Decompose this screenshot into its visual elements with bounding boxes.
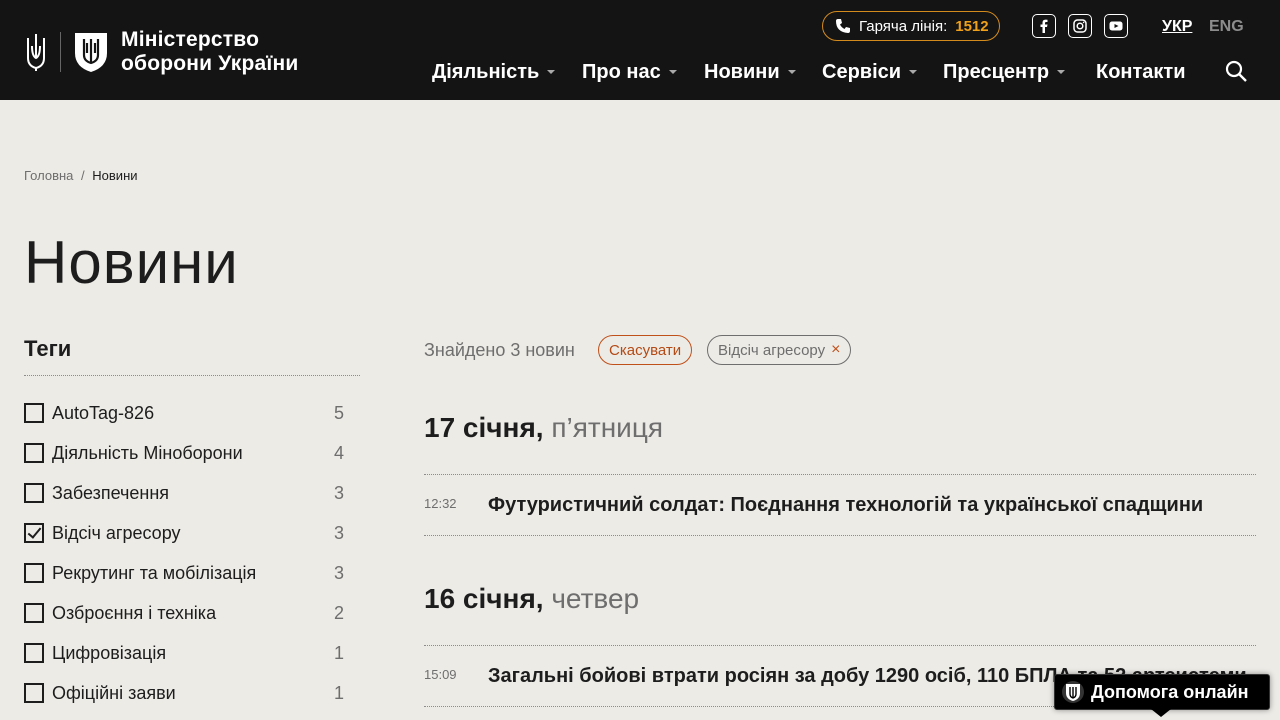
tag-label: Відсіч агресору [52, 522, 181, 543]
tag-label: Забезпечення [52, 482, 170, 503]
tag-label: Діяльність Міноборони [52, 442, 243, 463]
chevron-down-icon [1057, 70, 1066, 74]
tag-item[interactable]: Рекрутинг та мобілізація 3 [24, 561, 344, 585]
youtube-icon [1109, 21, 1123, 31]
logo-text: Міністерство оборони України [121, 28, 299, 76]
nav-services-label: Сервіси [822, 60, 902, 83]
logo-line1: Міністерство [121, 28, 260, 51]
nav-contacts-label: Контакти [1096, 60, 1186, 83]
active-filter-chip[interactable]: Відсіч агресору × [707, 335, 852, 365]
lang-eng[interactable]: ENG [1209, 18, 1244, 36]
breadcrumb-home[interactable]: Головна [24, 168, 73, 183]
page-title: Новини [24, 229, 239, 296]
nav-news[interactable]: Новини [704, 60, 796, 84]
instagram-link[interactable] [1068, 14, 1092, 38]
chevron-down-icon [547, 70, 556, 74]
tag-checkbox[interactable] [24, 603, 44, 623]
tag-checkbox[interactable] [24, 683, 44, 703]
active-filter-label: Відсіч агресору [718, 341, 826, 359]
chevron-down-icon [787, 70, 796, 74]
tag-checkbox[interactable] [24, 643, 44, 663]
lang-ukr[interactable]: УКР [1162, 18, 1192, 36]
help-online-button[interactable]: Допомога онлайн [1054, 674, 1270, 717]
date-text: 17 січня, [424, 412, 544, 443]
news-divider [424, 645, 1256, 646]
close-icon[interactable]: × [831, 341, 840, 359]
nav-activity-label: Діяльність [432, 60, 540, 83]
nav-news-label: Новини [704, 60, 780, 83]
tag-item[interactable]: Цифровізація 1 [24, 641, 344, 665]
weekday-text: четвер [551, 583, 640, 614]
tag-item[interactable]: Офіційні заяви 1 [24, 681, 344, 705]
nav-about-label: Про нас [582, 60, 661, 83]
results-count: Знайдено 3 новин [424, 340, 575, 360]
chevron-down-icon [668, 70, 677, 74]
tag-checkbox[interactable] [24, 403, 44, 423]
breadcrumb-current: Новини [92, 168, 138, 183]
breadcrumb: Головна / Новини [24, 168, 138, 183]
facebook-link[interactable] [1032, 14, 1056, 38]
logo-line2: оборони України [121, 52, 299, 75]
phone-icon [836, 19, 850, 33]
weekday-text: п’ятниця [551, 412, 664, 443]
logo-divider [60, 32, 61, 72]
tag-count: 3 [333, 522, 344, 543]
tags-divider [24, 375, 360, 376]
site-header: Міністерство оборони України Гаряча ліні… [0, 0, 1280, 100]
tag-count: 3 [333, 482, 344, 503]
cancel-filters-button[interactable]: Скасувати [598, 335, 693, 365]
youtube-link[interactable] [1104, 14, 1128, 38]
breadcrumb-separator: / [81, 168, 85, 183]
hotline-label: Гаряча лінія: [859, 17, 948, 35]
date-heading: 17 січня, п’ятниця [424, 412, 663, 444]
tags-heading: Теги [24, 336, 72, 361]
tag-checkbox-checked[interactable] [24, 523, 44, 543]
trident-icon [27, 34, 45, 71]
tag-label: AutoTag-826 [52, 402, 155, 423]
tag-count: 1 [333, 682, 344, 703]
site-logo[interactable]: Міністерство оборони України [24, 28, 299, 76]
news-time: 15:09 [424, 667, 457, 682]
nav-activity[interactable]: Діяльність [432, 60, 556, 84]
tag-label: Цифровізація [52, 642, 167, 663]
tag-checkbox[interactable] [24, 443, 44, 463]
nav-contacts[interactable]: Контакти [1096, 60, 1186, 84]
tag-label: Рекрутинг та мобілізація [52, 562, 257, 583]
tag-label: Офіційні заяви [52, 682, 176, 703]
tag-item[interactable]: Озброєння і техніка 2 [24, 601, 344, 625]
tag-count: 2 [333, 602, 344, 623]
news-time: 12:32 [424, 496, 457, 511]
help-label: Допомога онлайн [1091, 681, 1249, 702]
nav-press-label: Пресцентр [943, 60, 1050, 83]
nav-services[interactable]: Сервіси [822, 60, 918, 84]
news-divider [424, 474, 1256, 475]
hotline-button[interactable]: Гаряча лінія: 1512 [822, 11, 1000, 41]
hotline-number: 1512 [955, 17, 989, 35]
tag-count: 4 [333, 442, 344, 463]
tag-checkbox[interactable] [24, 483, 44, 503]
tag-count: 5 [333, 402, 344, 423]
date-heading: 16 січня, четвер [424, 583, 639, 615]
news-divider [424, 535, 1256, 536]
ministry-shield-icon [1062, 681, 1084, 703]
instagram-icon [1073, 19, 1087, 33]
cancel-label: Скасувати [609, 341, 682, 359]
tag-item[interactable]: Відсіч агресору 3 [24, 521, 344, 545]
news-title-link[interactable]: Футуристичний солдат: Поєднання технолог… [488, 494, 1248, 517]
tag-checkbox[interactable] [24, 563, 44, 583]
tag-item[interactable]: Забезпечення 3 [24, 481, 344, 505]
date-text: 16 січня, [424, 583, 544, 614]
nav-press[interactable]: Пресцентр [943, 60, 1066, 84]
tag-count: 3 [333, 562, 344, 583]
tag-item[interactable]: Діяльність Міноборони 4 [24, 441, 344, 465]
nav-about[interactable]: Про нас [582, 60, 677, 84]
ministry-shield-icon [75, 33, 107, 72]
facebook-icon [1040, 19, 1048, 33]
chevron-down-icon [909, 70, 918, 74]
tag-item[interactable]: AutoTag-826 5 [24, 401, 344, 425]
search-icon[interactable] [1225, 60, 1247, 82]
tag-count: 1 [333, 642, 344, 663]
tag-label: Озброєння і техніка [52, 602, 217, 623]
